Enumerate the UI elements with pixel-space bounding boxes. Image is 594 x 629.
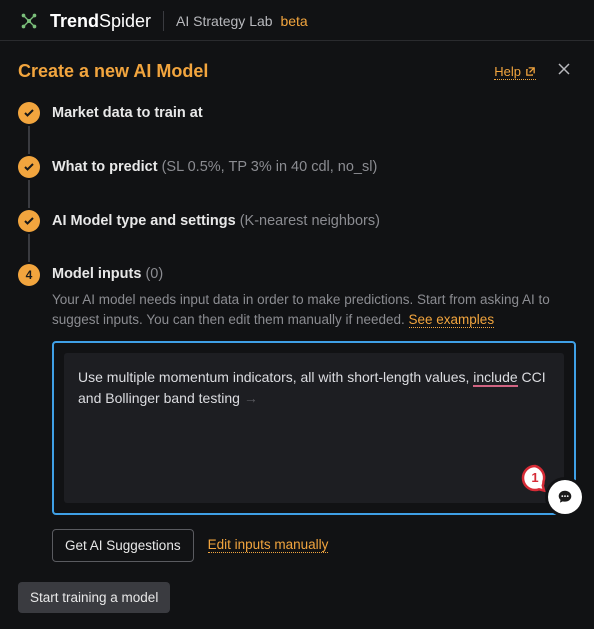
vertical-divider [163,11,164,31]
chat-fab[interactable] [548,480,582,514]
underlined-word: include [473,369,517,387]
external-link-icon [525,66,536,77]
step-model-type[interactable]: AI Model type and settings (K-nearest ne… [18,210,576,264]
step-indicator [18,102,40,156]
brand-logo: TrendSpider [18,10,151,32]
header-actions: Help [494,59,576,84]
step-model-inputs: 4 Model inputs (0) Your AI model needs i… [18,264,576,582]
get-suggestions-button[interactable]: Get AI Suggestions [52,529,194,562]
notification-bubble[interactable]: 1 [520,463,550,493]
close-icon [556,61,572,77]
step-market-data[interactable]: Market data to train at [18,102,576,156]
step-title: Market data to train at [52,105,203,121]
prompt-textarea[interactable]: Use multiple momentum indicators, all wi… [64,353,564,503]
prompt-text: Use multiple momentum indicators, all wi… [78,367,550,410]
step-title: What to predict (SL 0.5%, TP 3% in 40 cd… [52,159,377,175]
check-icon [23,215,35,227]
help-link[interactable]: Help [494,64,536,80]
step-help-text: Your AI model needs input data in order … [52,290,576,331]
page-title: Create a new AI Model [18,61,208,82]
chat-icon [556,488,574,506]
step-detail: (SL 0.5%, TP 3% in 40 cdl, no_sl) [162,159,378,175]
input-container: Use multiple momentum indicators, all wi… [52,341,576,515]
edit-manually-link[interactable]: Edit inputs manually [208,537,329,553]
step-count: (0) [145,266,163,282]
step-indicator [18,156,40,210]
top-bar: TrendSpider AI Strategy Lab beta [0,0,594,41]
step-what-to-predict[interactable]: What to predict (SL 0.5%, TP 3% in 40 cd… [18,156,576,210]
step-title: AI Model type and settings (K-nearest ne… [52,213,380,229]
step-detail: (K-nearest neighbors) [240,213,380,229]
brand-name: TrendSpider [50,11,151,32]
check-icon [23,107,35,119]
step-title: Model inputs (0) [52,266,576,282]
check-badge [18,210,40,232]
close-button[interactable] [552,59,576,84]
step-indicator [18,210,40,264]
start-training-button[interactable]: Start training a model [18,582,170,613]
step-connector [28,126,30,154]
step-connector [28,180,30,208]
spider-icon [18,10,40,32]
step-indicator: 4 [18,264,40,286]
see-examples-link[interactable]: See examples [409,312,495,328]
check-icon [23,161,35,173]
steps-list: Market data to train at What to predict … [18,102,576,582]
check-badge [18,102,40,124]
step-connector [28,234,30,262]
step-actions: Get AI Suggestions Edit inputs manually [52,529,576,562]
step-number-badge: 4 [18,264,40,286]
main-panel: Create a new AI Model Help [0,41,594,629]
check-badge [18,156,40,178]
lab-label: AI Strategy Lab beta [176,13,308,29]
panel-header: Create a new AI Model Help [18,59,576,84]
arrow-hint-icon: → [244,390,258,406]
